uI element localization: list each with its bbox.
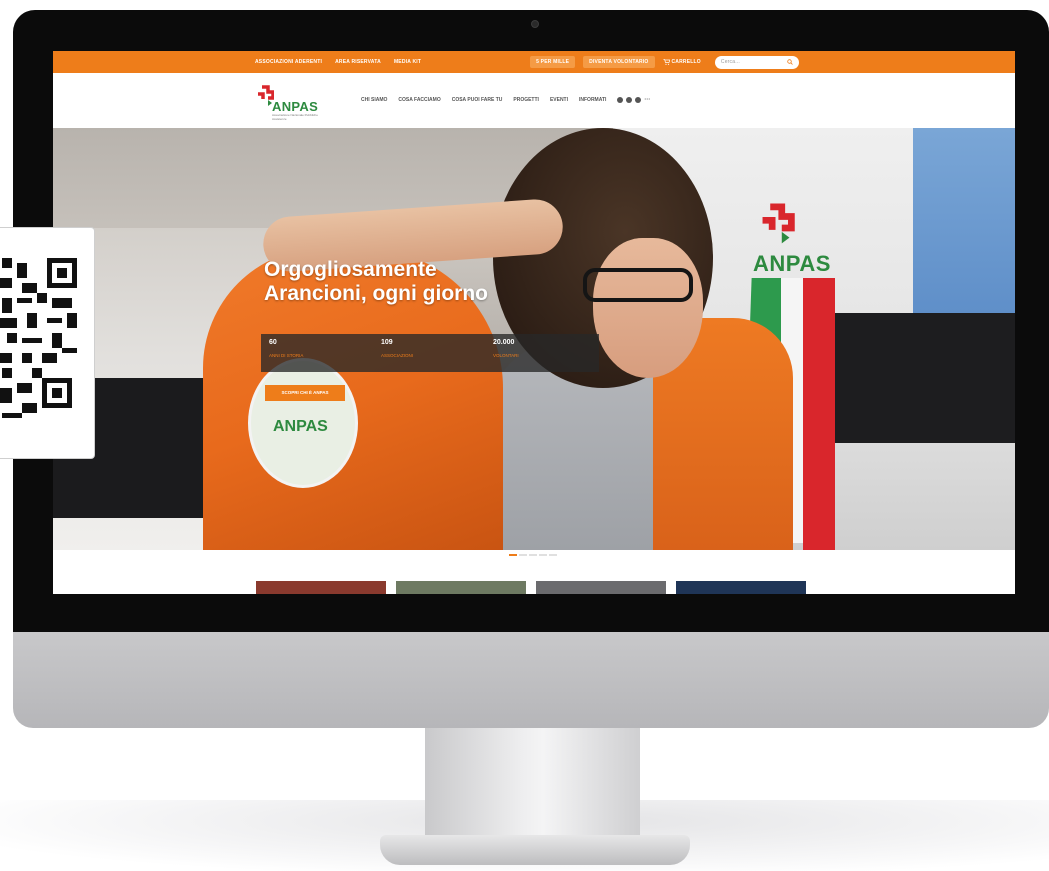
cart-label: Carrello xyxy=(671,59,701,65)
stat-associations: 109 Associazioni xyxy=(373,334,485,372)
camera-icon xyxy=(531,20,539,28)
slider-dot[interactable] xyxy=(519,554,527,556)
top-utility-bar: Associazioni aderenti Area riservata Med… xyxy=(53,51,1015,73)
van-anpas-logo: ANPAS xyxy=(753,203,883,283)
hero-stats: 60 Anni di storia 109 Associazioni 20.00… xyxy=(261,334,599,372)
become-volunteer-button[interactable]: Diventa volontario xyxy=(583,56,655,68)
logo-subtext: Associazione Nazionale Pubbliche Assiste… xyxy=(272,113,318,121)
search-icon xyxy=(787,59,793,65)
cart-link[interactable]: Carrello xyxy=(662,59,701,65)
anpas-logo[interactable]: ANPAS Associazione Nazionale Pubbliche A… xyxy=(256,85,328,121)
van-cross-icon xyxy=(762,203,795,244)
stat-num: 109 xyxy=(381,339,393,346)
menu-item-eventi[interactable]: Eventi xyxy=(550,97,568,103)
sky-background xyxy=(913,128,1015,313)
slider-dot[interactable] xyxy=(529,554,537,556)
discover-anpas-button[interactable]: Scopri chi è Anpas xyxy=(265,385,345,401)
stat-volunteers: 20.000 Volontari xyxy=(485,334,597,372)
stat-years: 60 Anni di storia xyxy=(261,334,373,372)
menu-item-chi-siamo[interactable]: Chi siamo xyxy=(361,97,387,103)
menu-item-cosa-facciamo[interactable]: Cosa facciamo xyxy=(398,97,440,103)
slider-dot[interactable] xyxy=(539,554,547,556)
stat-label: Volontari xyxy=(493,353,519,358)
slider-dot[interactable] xyxy=(509,554,517,556)
slider-dots xyxy=(509,554,559,556)
menu-item-informati[interactable]: Informati xyxy=(579,97,606,103)
person-face xyxy=(593,238,703,378)
stat-label: Associazioni xyxy=(381,353,414,358)
menu-item-progetti[interactable]: Progetti xyxy=(513,97,539,103)
menu-item-cosa-puoi-fare-tu[interactable]: Cosa puoi fare tu xyxy=(452,97,503,103)
hero-title-line2: Arancioni, ogni giorno xyxy=(264,282,488,305)
stat-label: Anni di storia xyxy=(269,353,304,358)
news-card[interactable] xyxy=(256,581,386,594)
main-menu: Chi siamo Cosa facciamo Cosa puoi fare t… xyxy=(361,97,650,103)
main-navbar: ANPAS Associazione Nazionale Pubbliche A… xyxy=(53,73,1015,128)
news-card[interactable] xyxy=(396,581,526,594)
hero-title-line1: Orgogliosamente xyxy=(264,258,437,281)
qr-code xyxy=(0,227,95,459)
stat-num: 20.000 xyxy=(493,339,515,346)
van-logo-text: ANPAS xyxy=(753,251,831,276)
vest-badge-text: ANPAS xyxy=(273,418,328,435)
stat-num: 60 xyxy=(269,339,277,346)
news-cards xyxy=(256,581,816,594)
topbar-link-associazioni[interactable]: Associazioni aderenti xyxy=(255,59,322,65)
news-card[interactable] xyxy=(676,581,806,594)
monitor-chin xyxy=(13,632,1049,728)
five-per-mille-button[interactable]: 5 per mille xyxy=(530,56,576,68)
vest-badge: ANPAS xyxy=(248,358,358,488)
website-screen: Associazioni aderenti Area riservata Med… xyxy=(53,51,1015,594)
flag-red-stripe xyxy=(803,278,835,550)
person-glasses xyxy=(583,268,693,302)
hero-title: Orgogliosamente Arancioni, ogni giorno xyxy=(264,258,488,306)
search-placeholder: Cerca... xyxy=(720,59,740,65)
facebook-icon[interactable] xyxy=(617,97,624,103)
hero-banner: ANPAS ANPAS Orgogliosamente Arancioni, o… xyxy=(53,128,1015,550)
logo-text: ANPAS xyxy=(272,99,319,114)
news-card[interactable] xyxy=(536,581,666,594)
more-icon[interactable]: ··· xyxy=(644,97,650,103)
qr-code-icon xyxy=(0,248,82,428)
topbar-right: 5 per mille Diventa volontario Carrello … xyxy=(530,55,799,69)
youtube-icon[interactable] xyxy=(635,97,642,103)
cart-icon xyxy=(662,59,670,65)
slider-dot[interactable] xyxy=(549,554,557,556)
monitor-foot xyxy=(380,835,690,865)
monitor-stand xyxy=(425,728,640,838)
instagram-icon[interactable] xyxy=(626,97,633,103)
search-input[interactable]: Cerca... xyxy=(714,55,799,69)
topbar-link-area-riservata[interactable]: Area riservata xyxy=(335,59,381,65)
topbar-link-media-kit[interactable]: Media kit xyxy=(394,59,421,65)
stage: Associazioni aderenti Area riservata Med… xyxy=(0,0,1049,871)
